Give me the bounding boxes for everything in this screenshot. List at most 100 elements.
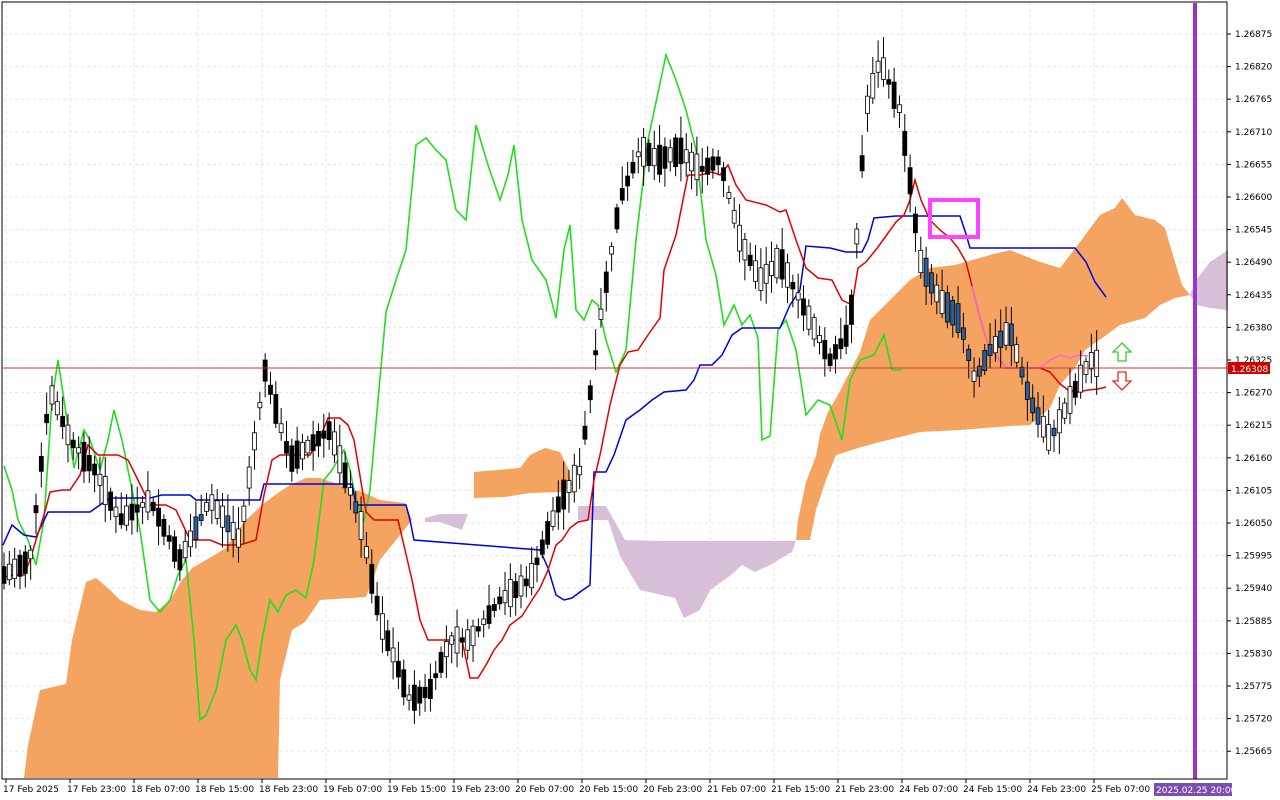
candle-bullish — [481, 618, 487, 625]
current-price-label: 1.26308 — [1228, 362, 1270, 375]
candle-bullish — [934, 284, 940, 303]
candle-bearish — [294, 440, 300, 469]
candle-bearish — [614, 207, 620, 230]
candle-bullish — [465, 629, 471, 651]
candle-bullish — [230, 522, 236, 540]
candle-bullish — [609, 246, 615, 255]
candle-bearish — [33, 505, 39, 514]
candle-bearish — [316, 430, 321, 447]
candle-bearish — [475, 626, 481, 632]
candle-bullish — [241, 505, 247, 522]
y-tick-label: 1.26765 — [1235, 95, 1272, 105]
candle-bearish — [619, 188, 625, 201]
candle-bearish — [539, 539, 545, 555]
candle-bearish — [955, 303, 961, 333]
candle-bearish — [1035, 407, 1041, 425]
candle-bearish — [822, 340, 828, 360]
candle-bullish — [449, 635, 455, 645]
candle-bearish — [998, 330, 1004, 348]
candle-bullish — [689, 151, 694, 172]
candle-bullish — [28, 549, 34, 560]
candle-bullish — [769, 260, 774, 277]
candle-bullish — [1067, 386, 1073, 414]
candle-bullish — [507, 579, 513, 608]
y-tick-label: 1.26545 — [1235, 226, 1272, 236]
candle-bullish — [918, 249, 924, 274]
y-tick-label: 1.26270 — [1235, 389, 1272, 399]
candle-bearish — [710, 156, 716, 171]
x-tick-label: 19 Feb 23:00 — [451, 785, 510, 795]
candle-bearish — [108, 491, 113, 511]
y-tick-label: 1.26600 — [1235, 193, 1272, 203]
x-tick-label: 21 Feb 23:00 — [835, 785, 894, 795]
x-tick-label: 17 Feb 23:00 — [67, 785, 126, 795]
candle-bearish — [92, 463, 98, 476]
current-price-text: 1.26308 — [1231, 365, 1268, 375]
candle-bearish — [1008, 323, 1014, 347]
candle-bearish — [961, 327, 966, 340]
x-tick-label: 19 Feb 07:00 — [323, 785, 382, 795]
candle-bearish — [657, 144, 662, 175]
x-tick-label: 24 Feb 23:00 — [1027, 785, 1086, 795]
candle-bullish — [406, 694, 412, 701]
candle-bullish — [763, 263, 769, 284]
candle-bullish — [209, 494, 215, 511]
candle-bullish — [881, 57, 886, 80]
candle-bearish — [1024, 381, 1030, 400]
candle-bullish — [1040, 415, 1046, 438]
candle-bullish — [124, 505, 129, 526]
y-tick-label: 1.26875 — [1235, 30, 1272, 40]
candle-bullish — [550, 510, 556, 527]
candle-bearish — [545, 521, 551, 545]
candle-bearish — [134, 504, 140, 513]
candle-bullish — [742, 239, 748, 261]
candle-bearish — [747, 254, 753, 267]
candle-bearish — [561, 479, 567, 510]
candle-bearish — [374, 595, 380, 616]
candle-bearish — [625, 175, 631, 187]
candle-bullish — [518, 575, 524, 597]
candle-bullish — [214, 500, 220, 519]
candle-bearish — [284, 440, 289, 454]
candle-bearish — [859, 155, 865, 172]
y-tick-label: 1.26490 — [1235, 258, 1272, 268]
candle-bearish — [342, 462, 348, 489]
candle-bullish — [971, 370, 977, 382]
future-time-text: 2025.02.25 20:00 — [1156, 786, 1237, 796]
x-tick-label: 24 Feb 07:00 — [899, 785, 958, 795]
candle-bearish — [630, 161, 636, 174]
candle-bullish — [1078, 364, 1084, 393]
candle-bearish — [1019, 366, 1025, 378]
candle-bearish — [902, 130, 908, 156]
candle-bearish — [790, 282, 796, 290]
candle-bullish — [854, 228, 860, 245]
candle-bearish — [172, 536, 177, 562]
candle-bearish — [166, 535, 172, 542]
x-tick-label: 21 Feb 15:00 — [771, 785, 830, 795]
x-tick-label: 20 Feb 15:00 — [579, 785, 638, 795]
candle-bearish — [60, 416, 66, 428]
candle-bearish — [721, 167, 726, 182]
candle-bearish — [891, 81, 897, 109]
candle-bearish — [843, 324, 849, 347]
candle-bullish — [188, 530, 193, 548]
candle-bearish — [353, 501, 359, 514]
candle-bullish — [566, 480, 572, 493]
candle-bullish — [598, 308, 604, 320]
candle-bearish — [369, 563, 375, 594]
candle-bullish — [502, 590, 508, 604]
y-tick-label: 1.25940 — [1235, 584, 1272, 594]
candle-bullish — [454, 626, 460, 654]
candle-bearish — [827, 353, 833, 366]
candle-bearish — [289, 445, 295, 472]
candle-bearish — [22, 551, 28, 574]
candle-bearish — [779, 249, 785, 280]
candle-bullish — [683, 149, 689, 164]
candle-bearish — [849, 294, 854, 325]
candle-bullish — [348, 487, 353, 496]
candle-bullish — [220, 505, 225, 528]
y-tick-label: 1.26215 — [1235, 421, 1272, 431]
candle-bearish — [886, 79, 892, 85]
candle-bearish — [555, 496, 561, 513]
candle-bullish — [76, 447, 82, 454]
